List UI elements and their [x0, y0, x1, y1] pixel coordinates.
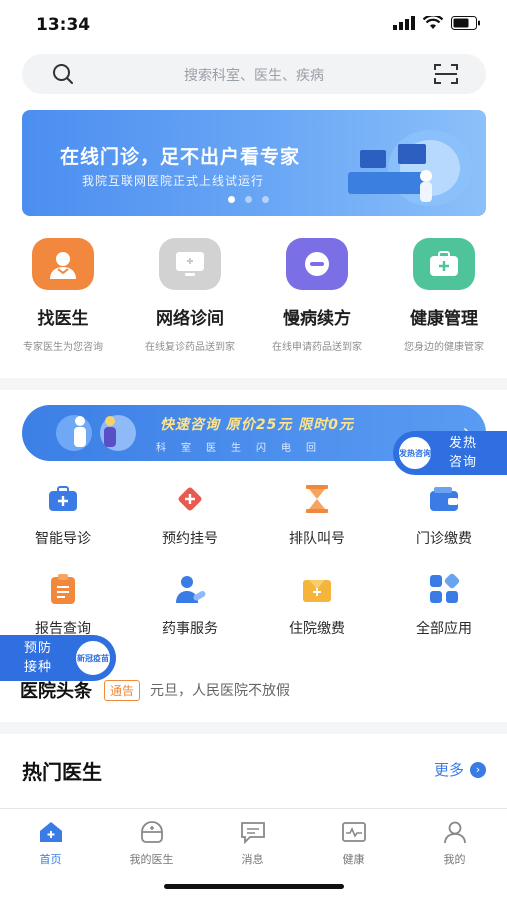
hospital-fee-icon — [300, 572, 334, 606]
quick-find-doctor[interactable]: 找医生 专家医生为您咨询 — [0, 238, 126, 355]
service-label: 门诊缴费 — [416, 531, 472, 547]
quick-sub: 在线申请药品送到家 — [272, 342, 362, 353]
service-label: 排队叫号 — [289, 531, 345, 547]
promo-headline: 快速咨询 原价25元 限时0元 — [160, 417, 354, 433]
service-outpatient-pay[interactable]: 门诊缴费 — [381, 482, 507, 548]
tab-home[interactable]: 首页 — [0, 819, 101, 867]
tab-label: 健康 — [342, 853, 365, 866]
diamond-cross-icon — [173, 482, 207, 516]
scan-icon[interactable] — [434, 63, 458, 85]
fever-badge-text: 发热咨询 — [399, 448, 431, 458]
hot-doctors-header: 热门医生 更多 › — [22, 756, 486, 785]
quick-health-management[interactable]: 健康管理 您身边的健康管家 — [381, 238, 507, 355]
tab-health[interactable]: 健康 — [303, 819, 404, 867]
pill-icon — [286, 238, 348, 290]
tab-mine[interactable]: 我的 — [404, 819, 505, 867]
quick-sub: 在线复诊药品送到家 — [145, 342, 235, 353]
quick-sub: 您身边的健康管家 — [404, 342, 484, 353]
vaccine-badge-text: 新冠疫苗 — [77, 653, 109, 663]
status-icons — [393, 16, 481, 30]
quick-label: 网络诊间 — [156, 309, 224, 329]
fever-float-text: 发热 咨询 — [449, 434, 477, 472]
medical-bag-icon — [46, 482, 80, 516]
hospital-news[interactable]: 医院头条 通告 元旦，人民医院不放假 — [20, 676, 490, 704]
service-queue[interactable]: 排队叫号 — [254, 482, 380, 548]
section-title: 热门医生 — [22, 760, 102, 784]
apps-icon — [427, 572, 461, 606]
fever-line2: 咨询 — [449, 455, 478, 470]
carousel-dot[interactable] — [245, 196, 252, 203]
tab-label: 我的 — [443, 853, 466, 866]
banner-carousel[interactable]: 在线门诊，足不出户看专家 我院互联网医院正式上线试运行 — [22, 110, 486, 216]
clipboard-icon — [46, 572, 80, 606]
tab-label: 消息 — [241, 853, 264, 866]
banner-illustration — [348, 130, 472, 206]
vaccine-badge: 新冠疫苗 — [74, 639, 112, 677]
section-divider — [0, 722, 507, 734]
pharmacy-icon — [173, 572, 207, 606]
home-indicator — [164, 884, 344, 889]
doctor-face-icon — [138, 819, 166, 845]
promo-illustration — [56, 415, 136, 451]
tab-label: 我的医生 — [129, 853, 174, 866]
banner-title: 在线门诊，足不出户看专家 — [60, 146, 301, 168]
status-time: 13:34 — [36, 15, 91, 35]
carousel-dots[interactable] — [228, 196, 269, 203]
service-label: 预约挂号 — [162, 531, 218, 547]
quick-online-clinic[interactable]: 网络诊间 在线复诊药品送到家 — [127, 238, 253, 355]
service-appointment[interactable]: 预约挂号 — [127, 482, 253, 548]
wallet-icon — [427, 482, 461, 516]
promo-sub: 科室医生闪电回 — [156, 443, 331, 454]
message-icon — [239, 819, 267, 845]
user-icon — [441, 819, 469, 845]
more-link[interactable]: 更多 › — [434, 759, 486, 780]
signal-icon — [393, 16, 415, 30]
vaccine-float-text: 预防 接种 — [24, 639, 52, 677]
service-label: 药事服务 — [162, 621, 218, 637]
hourglass-icon — [300, 482, 334, 516]
service-pharmacy[interactable]: 药事服务 — [127, 572, 253, 638]
search-bar[interactable]: 搜索科室、医生、疾病 — [22, 54, 486, 94]
battery-icon — [451, 16, 480, 30]
banner-subtitle: 我院互联网医院正式上线试运行 — [82, 174, 265, 188]
news-text: 元旦，人民医院不放假 — [150, 683, 291, 699]
more-label: 更多 — [433, 761, 464, 779]
search-placeholder: 搜索科室、医生、疾病 — [184, 68, 324, 84]
heartbeat-icon — [340, 819, 368, 845]
quick-sub: 专家医生为您咨询 — [23, 342, 103, 353]
home-icon — [37, 819, 65, 845]
fever-line1: 发热 — [449, 436, 478, 451]
doctor-icon — [32, 238, 94, 290]
service-inpatient-pay[interactable]: 住院缴费 — [254, 572, 380, 638]
monitor-icon — [159, 238, 221, 290]
carousel-dot[interactable] — [228, 196, 235, 203]
medkit-icon — [413, 238, 475, 290]
carousel-dot[interactable] — [262, 196, 269, 203]
chevron-right-icon: › — [470, 761, 486, 778]
quick-label: 健康管理 — [410, 309, 478, 329]
tab-label: 首页 — [39, 853, 62, 866]
tab-my-doctor[interactable]: 我的医生 — [101, 819, 202, 867]
quick-chronic-refill[interactable]: 慢病续方 在线申请药品送到家 — [254, 238, 380, 355]
section-divider — [0, 378, 507, 390]
service-label: 住院缴费 — [289, 621, 345, 637]
service-report[interactable]: 报告查询 — [0, 572, 126, 638]
vaccine-float[interactable]: 预防 接种 新冠疫苗 — [0, 635, 116, 681]
vaccine-line2: 接种 — [24, 660, 53, 675]
fever-badge: 发热咨询 — [397, 435, 433, 471]
quick-label: 慢病续方 — [283, 309, 351, 329]
status-bar: 13:34 — [0, 0, 507, 50]
service-all-apps[interactable]: 全部应用 — [381, 572, 507, 638]
service-label: 全部应用 — [416, 621, 472, 637]
vaccine-line1: 预防 — [24, 641, 53, 656]
wifi-icon — [423, 16, 443, 29]
service-label: 智能导诊 — [35, 531, 91, 547]
news-logo: 医院头条 — [20, 681, 92, 702]
tab-messages[interactable]: 消息 — [202, 819, 303, 867]
quick-label: 找医生 — [37, 309, 89, 329]
quick-services: 找医生 专家医生为您咨询 网络诊间 在线复诊药品送到家 慢病续方 在线申请药品送… — [0, 238, 507, 368]
service-smart-guide[interactable]: 智能导诊 — [0, 482, 126, 548]
news-tag: 通告 — [104, 679, 141, 701]
fever-consult-float[interactable]: 发热咨询 发热 咨询 — [393, 431, 507, 475]
